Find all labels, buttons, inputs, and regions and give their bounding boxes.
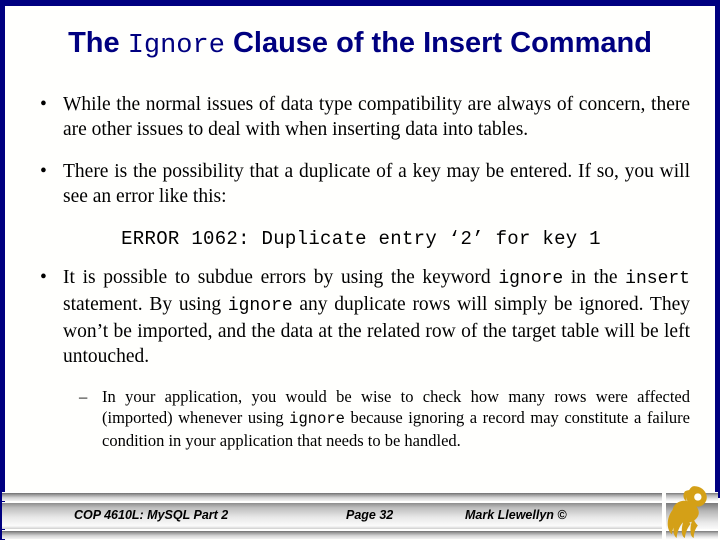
bullet-marker: • bbox=[40, 267, 47, 288]
title-keyword-ignore: Ignore bbox=[127, 31, 225, 61]
title-text-post: Clause of the Insert Command bbox=[224, 27, 652, 59]
sub-bullet-item-1: – In your application, you would be wise… bbox=[75, 386, 690, 451]
slide-frame-left bbox=[0, 0, 5, 540]
slide-frame-right bbox=[715, 0, 720, 498]
slide-body: • While the normal issues of data type c… bbox=[32, 92, 690, 451]
slide-title: The Ignore Clause of the Insert Command bbox=[22, 26, 698, 63]
bullet-marker: • bbox=[40, 161, 47, 182]
footer-text-row: COP 4610L: MySQL Part 2 Page 32 Mark Lle… bbox=[2, 502, 662, 528]
bullet-text-3-seg-1: It is possible to subdue errors by using… bbox=[63, 267, 499, 288]
bullet-text-3-seg-2: in the bbox=[563, 267, 626, 288]
keyword-insert: insert bbox=[625, 269, 690, 289]
footer-page-number: Page 32 bbox=[346, 508, 394, 522]
ucf-pegasus-logo-icon bbox=[667, 486, 707, 538]
bullet-item-1: • While the normal issues of data type c… bbox=[32, 92, 690, 142]
keyword-ignore-2: ignore bbox=[227, 296, 293, 316]
bullet-item-3: • It is possible to subdue errors by usi… bbox=[32, 265, 690, 369]
error-code-line: ERROR 1062: Duplicate entry ‘2’ for key … bbox=[121, 228, 601, 250]
bullet-text-3-seg-3: statement. By using bbox=[63, 294, 228, 315]
slide-footer: COP 4610L: MySQL Part 2 Page 32 Mark Lle… bbox=[0, 486, 720, 540]
slide: The Ignore Clause of the Insert Command … bbox=[0, 0, 720, 540]
slide-frame-top bbox=[0, 0, 720, 6]
footer-strip-bottom bbox=[2, 530, 662, 539]
keyword-ignore-3: ignore bbox=[289, 410, 345, 428]
bullet-item-2: • There is the possibility that a duplic… bbox=[32, 159, 690, 209]
footer-author-label: Mark Llewellyn © bbox=[465, 508, 567, 522]
keyword-ignore-1: ignore bbox=[498, 269, 564, 289]
title-text-pre: The bbox=[68, 27, 128, 59]
bullet-text-1: While the normal issues of data type com… bbox=[63, 94, 690, 140]
footer-course-label: COP 4610L: MySQL Part 2 bbox=[74, 508, 229, 522]
bullet-marker: • bbox=[40, 94, 47, 115]
footer-strip-top bbox=[2, 492, 662, 501]
bullet-text-2: There is the possibility that a duplicat… bbox=[63, 161, 690, 207]
dash-marker: – bbox=[79, 387, 88, 406]
